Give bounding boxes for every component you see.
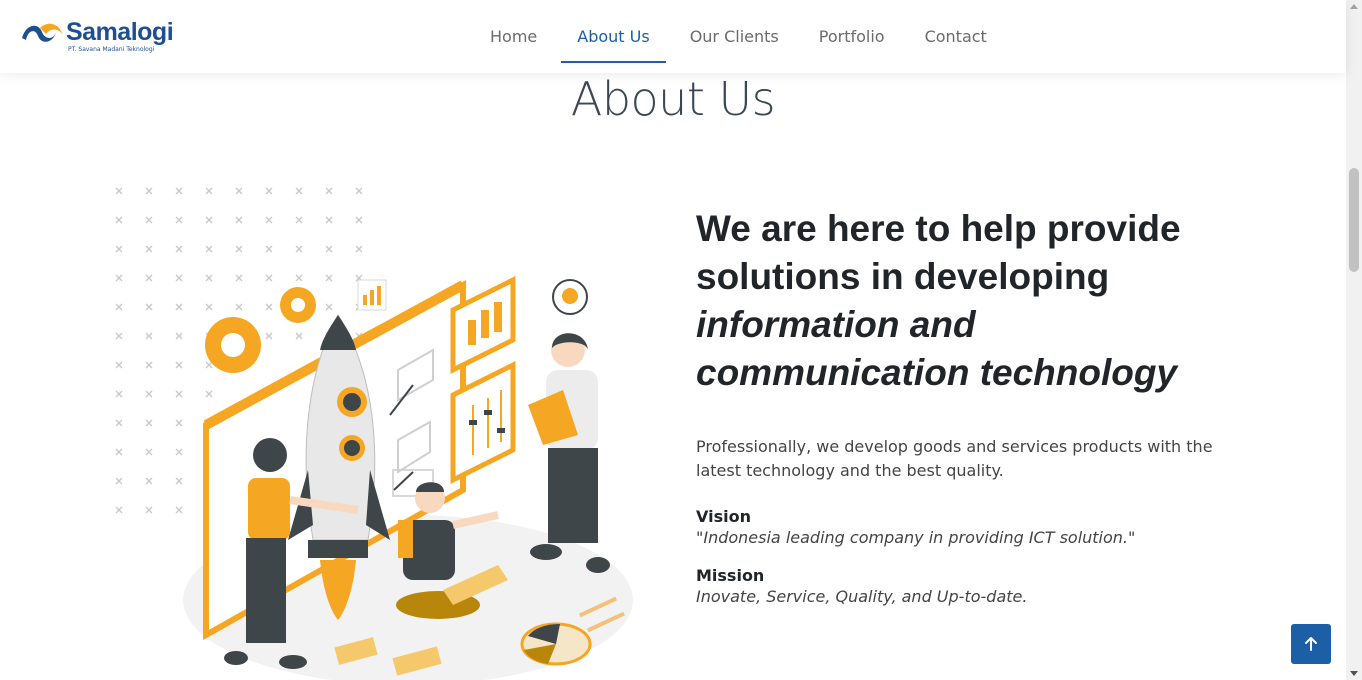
cross-mark — [115, 245, 123, 253]
cross-mark — [205, 274, 213, 282]
cross-mark — [175, 477, 183, 485]
cross-mark — [325, 303, 333, 311]
about-headline: We are here to help provide solutions in… — [696, 205, 1256, 397]
cross-mark — [175, 216, 183, 224]
cross-mark — [115, 187, 123, 195]
cross-mark — [175, 332, 183, 340]
brand-logo[interactable]: Samalogi PT. Savana Madani Teknologi — [20, 18, 180, 56]
cross-mark — [175, 419, 183, 427]
vision-label: Vision — [696, 507, 751, 526]
cross-mark — [115, 332, 123, 340]
cross-mark — [175, 390, 183, 398]
nav-about-us[interactable]: About Us — [557, 0, 669, 73]
nav-our-clients[interactable]: Our Clients — [670, 0, 799, 73]
main-nav: Home About Us Our Clients Portfolio Cont… — [470, 0, 1007, 73]
cross-mark — [355, 187, 363, 195]
cross-mark — [115, 477, 123, 485]
cross-mark — [235, 245, 243, 253]
cross-mark — [265, 187, 273, 195]
cross-mark — [295, 187, 303, 195]
cross-mark — [355, 245, 363, 253]
cross-mark — [295, 216, 303, 224]
mission-label: Mission — [696, 566, 765, 585]
vision-text: "Indonesia leading company in providing … — [696, 528, 1136, 547]
cross-mark — [175, 187, 183, 195]
brand-name: Samalogi — [66, 18, 174, 46]
cross-mark — [235, 216, 243, 224]
cross-mark — [325, 216, 333, 224]
cross-mark — [175, 274, 183, 282]
headline-regular: We are here to help provide solutions in… — [696, 208, 1181, 297]
cross-mark — [265, 303, 273, 311]
cross-mark — [115, 390, 123, 398]
cross-mark — [175, 245, 183, 253]
wave-logo-icon — [22, 23, 62, 42]
about-description: Professionally, we develop goods and ser… — [696, 437, 1213, 480]
cross-mark — [115, 419, 123, 427]
cross-mark — [115, 448, 123, 456]
cross-mark — [145, 332, 153, 340]
about-illustration — [108, 180, 648, 680]
brand-tagline: PT. Savana Madani Teknologi — [68, 46, 155, 53]
nav-contact[interactable]: Contact — [905, 0, 1007, 73]
cross-mark — [145, 477, 153, 485]
cross-mark — [115, 506, 123, 514]
cross-mark — [295, 274, 303, 282]
cross-mark — [115, 361, 123, 369]
section-title: About Us — [570, 72, 776, 126]
cross-mark — [115, 303, 123, 311]
about-content: We are here to help provide solutions in… — [696, 205, 1256, 609]
headline-italic: information and communication technology — [696, 304, 1178, 393]
cross-mark — [115, 274, 123, 282]
cross-mark — [235, 303, 243, 311]
cross-mark — [145, 303, 153, 311]
cross-mark — [145, 245, 153, 253]
cross-mark — [175, 506, 183, 514]
cross-mark — [295, 245, 303, 253]
cross-mark — [325, 274, 333, 282]
cross-mark — [265, 245, 273, 253]
cross-mark — [325, 187, 333, 195]
cross-mark — [145, 390, 153, 398]
team-rocket-illustration — [115, 187, 633, 680]
scroll-up-icon[interactable] — [1350, 4, 1358, 9]
scroll-down-icon[interactable] — [1350, 671, 1358, 676]
cross-mark — [145, 506, 153, 514]
mission-text: Inovate, Service, Quality, and Up-to-dat… — [696, 587, 1028, 606]
cross-mark — [265, 332, 273, 340]
page-scrollbar[interactable] — [1346, 0, 1362, 680]
cross-mark — [145, 361, 153, 369]
cross-mark — [175, 303, 183, 311]
cross-mark — [175, 361, 183, 369]
cross-mark — [235, 187, 243, 195]
cross-mark — [205, 390, 213, 398]
cross-mark — [205, 216, 213, 224]
cross-mark — [325, 245, 333, 253]
cross-mark — [355, 216, 363, 224]
site-header: Samalogi PT. Savana Madani Teknologi Hom… — [0, 0, 1346, 73]
cross-mark — [205, 361, 213, 369]
cross-mark — [145, 419, 153, 427]
arrow-up-icon — [1305, 637, 1317, 651]
scroll-thumb[interactable] — [1349, 168, 1359, 272]
cross-mark — [115, 216, 123, 224]
cross-mark — [295, 332, 303, 340]
cross-mark — [235, 274, 243, 282]
cross-mark — [145, 448, 153, 456]
cross-mark — [205, 187, 213, 195]
back-to-top-button[interactable] — [1291, 624, 1331, 664]
cross-mark — [145, 187, 153, 195]
cross-mark — [265, 274, 273, 282]
cross-mark — [145, 216, 153, 224]
cross-mark — [265, 216, 273, 224]
cross-mark — [145, 274, 153, 282]
cross-mark — [175, 448, 183, 456]
nav-portfolio[interactable]: Portfolio — [799, 0, 905, 73]
cross-mark — [205, 245, 213, 253]
cross-mark — [205, 303, 213, 311]
nav-home[interactable]: Home — [470, 0, 557, 73]
